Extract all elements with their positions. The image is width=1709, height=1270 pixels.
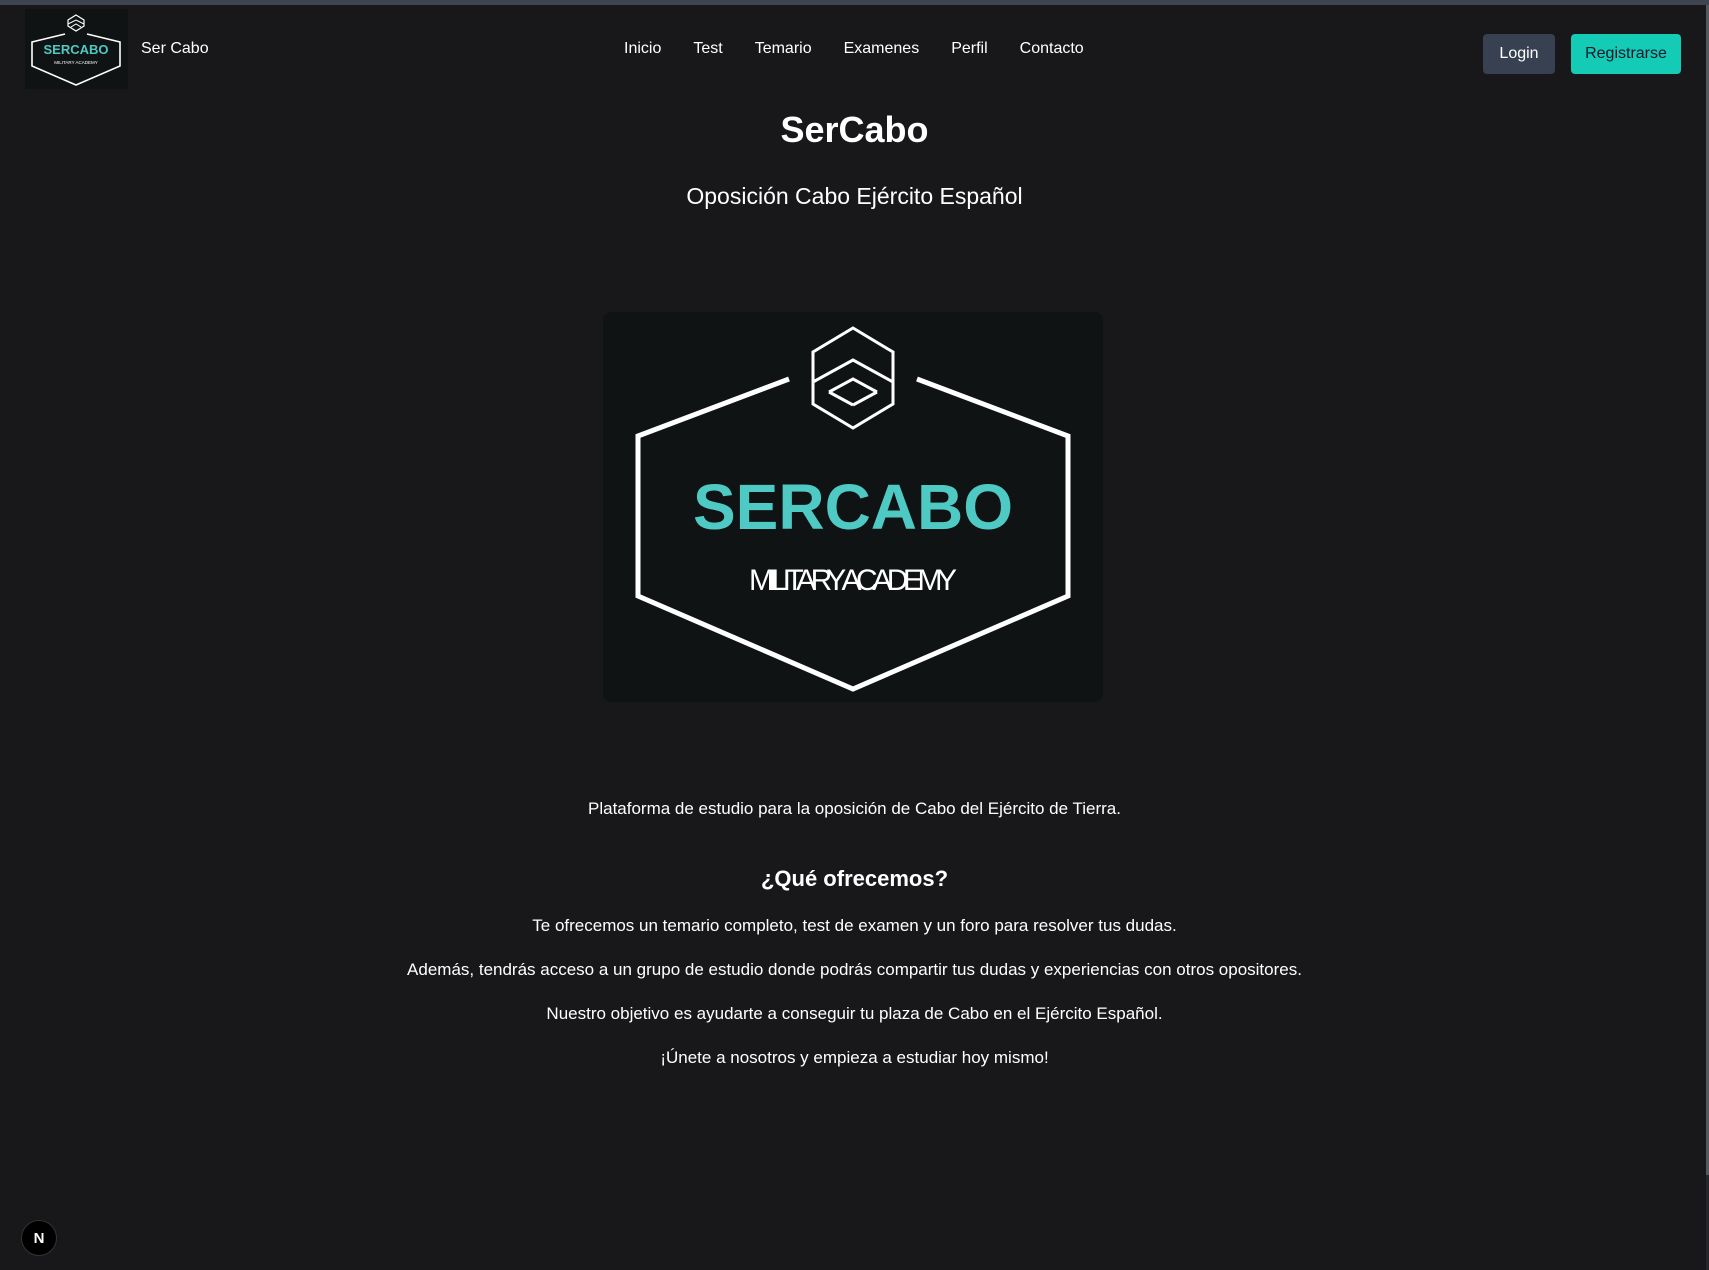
nav-item-contacto[interactable]: Contacto	[1020, 40, 1084, 58]
offer-paragraph: Nuestro objetivo es ayudarte a conseguir…	[546, 1004, 1163, 1023]
offer-paragraph: Además, tendrás acceso a un grupo de est…	[407, 960, 1302, 979]
register-button[interactable]: Registrarse	[1571, 34, 1681, 74]
offer-paragraph: ¡Únete a nosotros y empieza a estudiar h…	[660, 1048, 1049, 1067]
hero-logo-text: SERCABO	[693, 471, 1013, 543]
brand-logo-text: SERCABO	[43, 42, 108, 57]
nav-item-examenes[interactable]: Examenes	[844, 40, 920, 58]
nextjs-icon-letter: N	[33, 1229, 45, 1247]
page-subtitle: Oposición Cabo Ejército Español	[686, 183, 1023, 209]
brand-logo-subtext: MILITARY ACADEMY	[54, 60, 98, 65]
nav-item-test[interactable]: Test	[693, 40, 722, 58]
page-title: SerCabo	[780, 109, 929, 150]
login-button[interactable]: Login	[1483, 34, 1555, 74]
nav-item-perfil[interactable]: Perfil	[951, 40, 987, 58]
navbar: SERCABO MILITARY ACADEMY Ser Cabo Inicio…	[0, 5, 1709, 95]
offer-paragraph: Te ofrecemos un temario completo, test d…	[532, 916, 1177, 935]
nav-item-temario[interactable]: Temario	[755, 40, 812, 58]
brand-name[interactable]: Ser Cabo	[141, 40, 209, 58]
brand[interactable]: SERCABO MILITARY ACADEMY Ser Cabo	[25, 9, 209, 89]
intro-text: Plataforma de estudio para la oposición …	[588, 799, 1121, 818]
nav-item-inicio[interactable]: Inicio	[624, 40, 661, 58]
brand-logo[interactable]: SERCABO MILITARY ACADEMY	[25, 9, 128, 89]
nextjs-icon[interactable]: N	[21, 1220, 57, 1256]
hero-logo-subtext: MILITARY ACADEMY	[749, 564, 957, 597]
main-nav: Inicio Test Temario Examenes Perfil Cont…	[624, 40, 1084, 58]
hero-logo-image: SERCABO MILITARY ACADEMY	[603, 312, 1103, 702]
offer-heading: ¿Qué ofrecemos?	[760, 866, 949, 891]
